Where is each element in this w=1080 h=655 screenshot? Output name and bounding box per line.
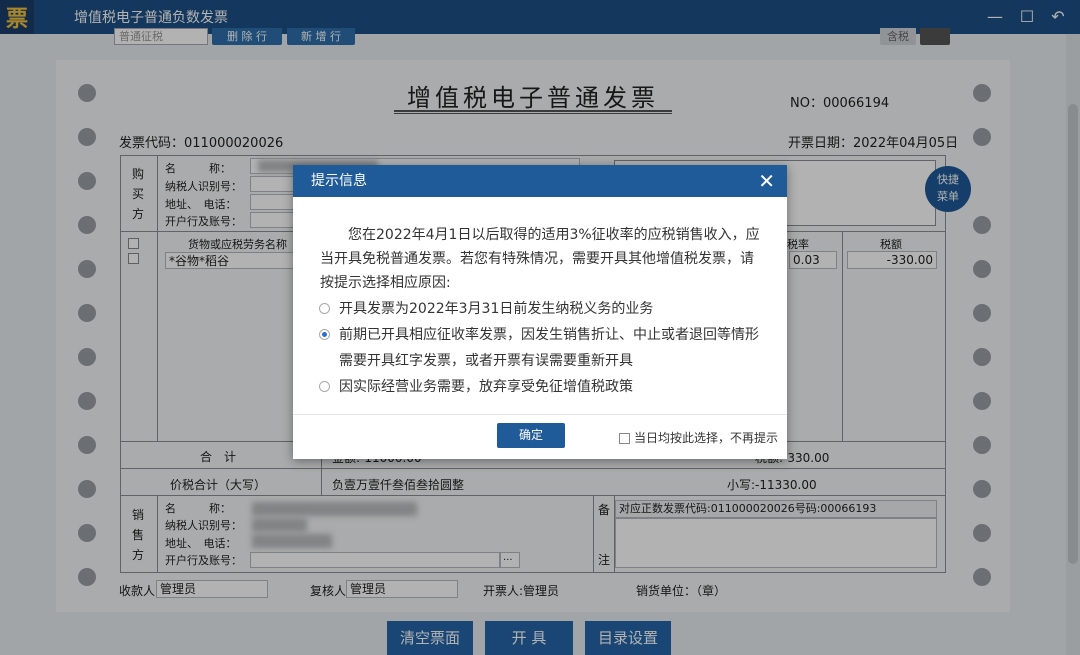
reason-option-1[interactable]: 开具发票为2022年3月31日前发生纳税义务的业务 <box>319 296 764 322</box>
reason-option-1-label: 开具发票为2022年3月31日前发生纳税义务的业务 <box>339 301 654 317</box>
reason-option-2[interactable]: 前期已开具相应征收率发票，因发生销售折让、中止或者退回等情形需要开具红字发票，或… <box>319 322 764 374</box>
remember-checkbox[interactable] <box>619 433 630 444</box>
radio-icon[interactable] <box>319 380 330 392</box>
reason-option-3[interactable]: 因实际经营业务需要，放弃享受免征增值税政策 <box>319 374 764 400</box>
confirm-button[interactable]: 确定 <box>497 423 565 448</box>
dialog-message: 您在2022年4月1日以后取得的适用3%征收率的应税销售收入，应当开具免税普通发… <box>320 227 760 291</box>
dialog-header: 提示信息 ✕ <box>293 165 787 197</box>
remember-label: 当日均按此选择，不再提示 <box>634 431 779 445</box>
remember-choice[interactable]: 当日均按此选择，不再提示 <box>619 429 778 446</box>
dialog-divider <box>293 414 787 415</box>
radio-icon[interactable] <box>319 302 330 314</box>
reason-option-3-label: 因实际经营业务需要，放弃享受免征增值税政策 <box>339 379 633 395</box>
dialog-title: 提示信息 <box>311 173 367 189</box>
prompt-dialog: 提示信息 ✕ 您在2022年4月1日以后取得的适用3%征收率的应税销售收入，应当… <box>293 165 787 459</box>
radio-selected-icon[interactable] <box>319 328 330 340</box>
reason-option-2-label: 前期已开具相应征收率发票，因发生销售折让、中止或者退回等情形需要开具红字发票，或… <box>339 327 759 369</box>
close-icon[interactable]: ✕ <box>758 165 775 197</box>
